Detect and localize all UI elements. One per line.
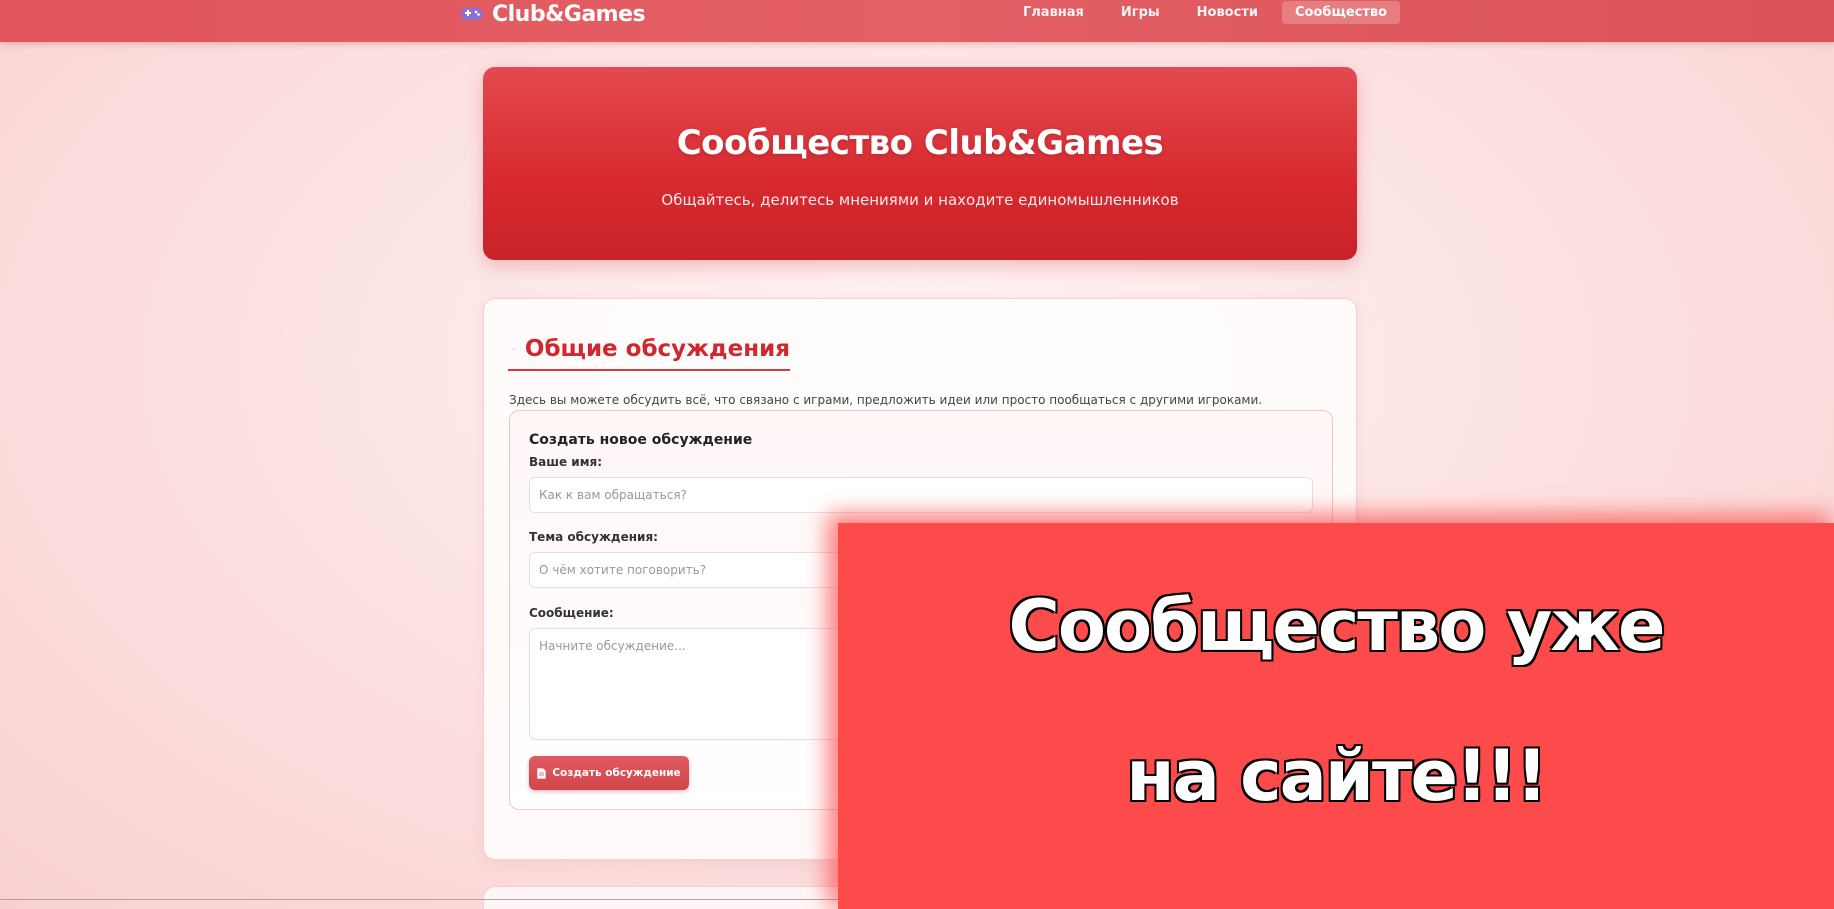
name-label: Ваше имя: [529, 455, 603, 469]
brand-logo[interactable]: Club&Games [460, 0, 646, 28]
speech-bubble-icon [512, 347, 515, 351]
promo-line-1: Сообщество уже [1008, 584, 1667, 668]
brand-name: Club&Games [492, 1, 646, 27]
hero-banner: Сообщество Club&Games Общайтесь, делитес… [483, 67, 1357, 260]
nav-link-home[interactable]: Главная [1010, 1, 1097, 24]
section-title: Общие обсуждения [524, 336, 790, 362]
nav-link-community[interactable]: Сообщество [1281, 1, 1401, 24]
hero-subtitle: Общайтесь, делитесь мнениями и находите … [661, 191, 1179, 209]
nav-link-news[interactable]: Новости [1184, 1, 1271, 24]
section-description: Здесь вы можете обсудить всё, что связан… [509, 393, 1263, 407]
nav-link-games[interactable]: Игры [1108, 1, 1173, 24]
top-navbar: Club&Games Главная Игры Новости Сообщест… [0, 0, 1834, 42]
promo-banner: Сообщество уже на сайте!!! [838, 523, 1834, 909]
create-discussion-button[interactable]: Создать обсуждение [529, 756, 689, 790]
name-input[interactable] [529, 477, 1313, 513]
document-icon [537, 767, 547, 779]
create-discussion-label: Создать обсуждение [552, 767, 681, 779]
form-title: Создать новое обсуждение [529, 432, 753, 448]
promo-line-2: на сайте!!! [1125, 734, 1549, 818]
message-label: Сообщение: [529, 606, 614, 620]
section-header: Общие обсуждения [508, 329, 790, 371]
nav-links: Главная Игры Новости Сообщество [1010, 0, 1411, 25]
topic-label: Тема обсуждения: [529, 530, 658, 544]
hero-title: Сообщество Club&Games [676, 123, 1164, 163]
gamepad-icon [461, 8, 483, 20]
